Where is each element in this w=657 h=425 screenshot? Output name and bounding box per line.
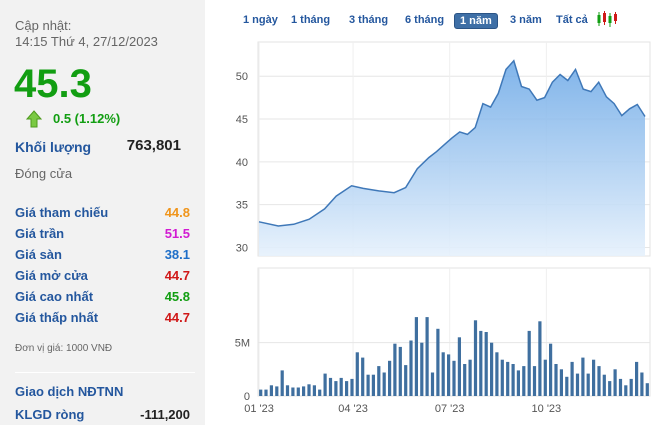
volume-bar — [312, 385, 316, 396]
volume-bar — [586, 373, 590, 396]
volume-bar — [296, 387, 300, 396]
volume-bar — [425, 317, 429, 396]
volume-bar — [575, 373, 580, 396]
volume-bar — [473, 320, 478, 396]
volume-bar — [441, 352, 445, 396]
volume-bar — [398, 346, 402, 396]
volume-bar — [484, 332, 488, 396]
price-axis-tick-label: 30 — [236, 242, 248, 254]
volume-bar — [635, 361, 639, 396]
volume-bar — [592, 359, 596, 396]
volume-axis-tick-label: 0 — [244, 391, 250, 403]
volume-bar — [495, 352, 499, 396]
time-axis-tick-label: 04 '23 — [338, 403, 368, 415]
volume-bar — [468, 359, 472, 396]
volume-bar — [581, 357, 585, 396]
volume-bar — [479, 330, 483, 396]
volume-bar — [393, 343, 397, 396]
volume-bar — [436, 328, 440, 396]
volume-bar — [522, 366, 526, 396]
volume-bar — [629, 378, 633, 396]
volume-bar — [259, 389, 263, 396]
volume-bar — [275, 386, 279, 396]
volume-bar — [345, 381, 349, 396]
volume-bar — [645, 383, 649, 396]
tab-3-years[interactable]: 3 năm — [510, 14, 542, 26]
volume-bar — [307, 384, 311, 396]
volume-bar — [388, 360, 392, 396]
volume-bar — [264, 389, 268, 396]
volume-bar — [543, 359, 547, 396]
volume-bar — [302, 386, 306, 396]
volume-bar — [280, 370, 284, 396]
volume-bar — [371, 374, 375, 396]
volume-bar — [565, 376, 569, 396]
volume-bar — [516, 370, 520, 396]
volume-bar — [457, 337, 461, 396]
volume-bar — [430, 372, 435, 396]
volume-bar — [328, 377, 333, 396]
volume-bar — [318, 389, 322, 396]
volume-bar — [409, 340, 413, 396]
volume-axis-tick-label: 5M — [235, 338, 250, 350]
price-axis-tick-label: 35 — [236, 200, 248, 212]
time-axis-tick-label: 10 '23 — [532, 403, 562, 415]
volume-bar — [404, 365, 408, 396]
volume-bar — [597, 366, 601, 396]
volume-bar — [452, 360, 456, 396]
volume-bar — [334, 381, 338, 396]
price-axis-tick-label: 50 — [236, 71, 248, 83]
volume-bar — [366, 374, 370, 396]
tab-all[interactable]: Tất cả — [556, 14, 588, 26]
volume-bar — [527, 330, 531, 396]
volume-bar — [420, 342, 424, 396]
volume-bar — [490, 342, 494, 396]
candlestick-icon[interactable] — [596, 10, 618, 28]
volume-bar — [618, 378, 623, 396]
price-volume-chart: 30 35 40 45 50 0 5M 01 '23 04 '23 07 '23 10 '23 — [235, 41, 651, 415]
tab-6-months[interactable]: 6 tháng — [405, 14, 444, 26]
volume-bar — [285, 385, 290, 396]
volume-bar — [291, 387, 295, 396]
price-axis-tick-label: 40 — [236, 157, 248, 169]
time-axis-tick-label: 07 '23 — [435, 403, 465, 415]
price-axis-tick-label: 45 — [236, 114, 248, 126]
volume-bar — [613, 369, 617, 396]
volume-bar — [339, 377, 343, 396]
tab-1-month[interactable]: 1 tháng — [291, 14, 330, 26]
volume-bar — [382, 372, 386, 396]
volume-bar — [414, 317, 418, 396]
volume-bar — [602, 374, 606, 396]
volume-bar — [511, 364, 515, 396]
volume-bar — [640, 372, 644, 396]
volume-bar — [377, 366, 381, 396]
volume-bar — [361, 357, 365, 396]
volume-bar — [506, 361, 510, 396]
volume-bar — [549, 343, 553, 396]
volume-bar — [570, 361, 574, 396]
tab-3-months[interactable]: 3 tháng — [349, 14, 388, 26]
volume-bar — [559, 369, 563, 396]
volume-bar — [608, 381, 612, 396]
volume-bar — [463, 364, 467, 396]
tab-1-year[interactable]: 1 năm — [454, 13, 498, 29]
volume-bar — [447, 354, 451, 396]
volume-bar — [269, 385, 273, 396]
time-axis-tick-label: 01 '23 — [244, 403, 274, 415]
volume-bar — [532, 366, 537, 396]
volume-bar — [323, 373, 327, 396]
volume-bar — [624, 385, 628, 396]
volume-bar — [500, 359, 504, 396]
volume-bar — [350, 378, 354, 396]
tab-1-day[interactable]: 1 ngày — [243, 14, 278, 26]
volume-bar — [554, 364, 558, 396]
volume-bar — [355, 352, 359, 396]
volume-bar — [538, 321, 542, 396]
